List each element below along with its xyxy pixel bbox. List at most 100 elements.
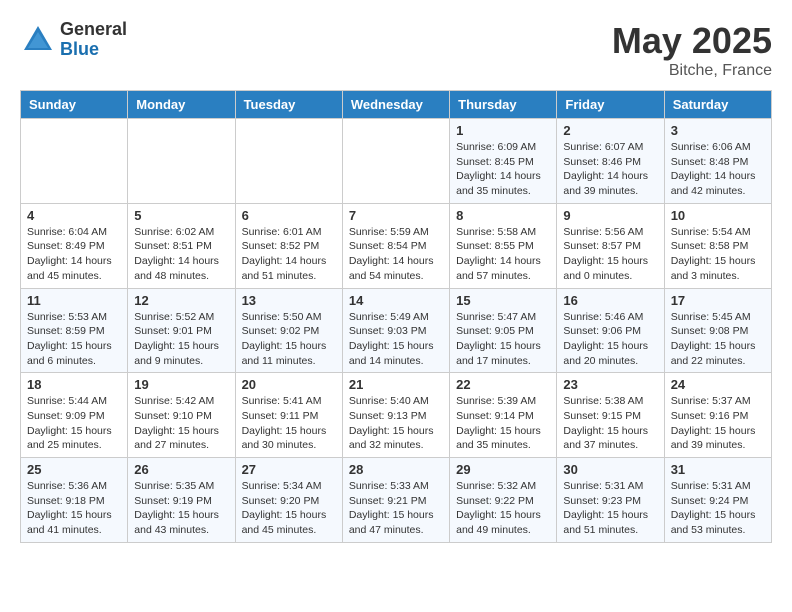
day-info: Sunrise: 5:35 AM Sunset: 9:19 PM Dayligh…	[134, 479, 228, 538]
calendar-week-1: 1 Sunrise: 6:09 AM Sunset: 8:45 PM Daylig…	[21, 119, 772, 204]
calendar-cell: 14 Sunrise: 5:49 AM Sunset: 9:03 PM Dayli…	[342, 288, 449, 373]
day-number: 4	[27, 208, 121, 223]
calendar-cell	[342, 119, 449, 204]
calendar-cell: 11 Sunrise: 5:53 AM Sunset: 8:59 PM Dayli…	[21, 288, 128, 373]
day-number: 19	[134, 377, 228, 392]
calendar-cell: 2 Sunrise: 6:07 AM Sunset: 8:46 PM Daylig…	[557, 119, 664, 204]
day-number: 30	[563, 462, 657, 477]
calendar-cell: 25 Sunrise: 5:36 AM Sunset: 9:18 PM Dayli…	[21, 458, 128, 543]
day-info: Sunrise: 6:02 AM Sunset: 8:51 PM Dayligh…	[134, 225, 228, 284]
day-number: 16	[563, 293, 657, 308]
day-number: 31	[671, 462, 765, 477]
logo: General Blue	[20, 20, 127, 60]
calendar-cell: 16 Sunrise: 5:46 AM Sunset: 9:06 PM Dayli…	[557, 288, 664, 373]
logo-icon	[20, 22, 56, 58]
logo-text: General Blue	[60, 20, 127, 60]
day-info: Sunrise: 5:39 AM Sunset: 9:14 PM Dayligh…	[456, 394, 550, 453]
day-number: 1	[456, 123, 550, 138]
day-number: 13	[242, 293, 336, 308]
calendar-cell: 28 Sunrise: 5:33 AM Sunset: 9:21 PM Dayli…	[342, 458, 449, 543]
day-info: Sunrise: 6:07 AM Sunset: 8:46 PM Dayligh…	[563, 140, 657, 199]
location: Bitche, France	[612, 62, 772, 80]
day-info: Sunrise: 5:42 AM Sunset: 9:10 PM Dayligh…	[134, 394, 228, 453]
day-number: 28	[349, 462, 443, 477]
logo-general-text: General	[60, 20, 127, 40]
day-info: Sunrise: 5:36 AM Sunset: 9:18 PM Dayligh…	[27, 479, 121, 538]
day-info: Sunrise: 5:44 AM Sunset: 9:09 PM Dayligh…	[27, 394, 121, 453]
day-number: 9	[563, 208, 657, 223]
logo-blue-text: Blue	[60, 40, 127, 60]
calendar-cell: 26Sunrise: 5:35 AM Sunset: 9:19 PM Dayli…	[128, 458, 235, 543]
weekday-header-saturday: Saturday	[664, 91, 771, 119]
day-number: 2	[563, 123, 657, 138]
page-header: General Blue May 2025 Bitche, France	[20, 20, 772, 80]
calendar-week-4: 18 Sunrise: 5:44 AM Sunset: 9:09 PM Dayli…	[21, 373, 772, 458]
day-info: Sunrise: 5:31 AM Sunset: 9:24 PM Dayligh…	[671, 479, 765, 538]
weekday-header-row: SundayMondayTuesdayWednesdayThursdayFrid…	[21, 91, 772, 119]
calendar-table: SundayMondayTuesdayWednesdayThursdayFrid…	[20, 90, 772, 543]
day-number: 14	[349, 293, 443, 308]
day-info: Sunrise: 5:34 AM Sunset: 9:20 PM Dayligh…	[242, 479, 336, 538]
day-number: 7	[349, 208, 443, 223]
calendar-cell: 19 Sunrise: 5:42 AM Sunset: 9:10 PM Dayli…	[128, 373, 235, 458]
calendar-cell: 22Sunrise: 5:39 AM Sunset: 9:14 PM Dayli…	[450, 373, 557, 458]
calendar-cell: 23 Sunrise: 5:38 AM Sunset: 9:15 PM Dayli…	[557, 373, 664, 458]
day-info: Sunrise: 6:01 AM Sunset: 8:52 PM Dayligh…	[242, 225, 336, 284]
calendar-cell: 21Sunrise: 5:40 AM Sunset: 9:13 PM Dayli…	[342, 373, 449, 458]
weekday-header-sunday: Sunday	[21, 91, 128, 119]
calendar-week-2: 4 Sunrise: 6:04 AM Sunset: 8:49 PM Daylig…	[21, 203, 772, 288]
day-info: Sunrise: 5:49 AM Sunset: 9:03 PM Dayligh…	[349, 310, 443, 369]
title-block: May 2025 Bitche, France	[612, 20, 772, 80]
calendar-cell: 4 Sunrise: 6:04 AM Sunset: 8:49 PM Daylig…	[21, 203, 128, 288]
calendar-body: 1 Sunrise: 6:09 AM Sunset: 8:45 PM Daylig…	[21, 119, 772, 543]
calendar-cell: 30 Sunrise: 5:31 AM Sunset: 9:23 PM Dayli…	[557, 458, 664, 543]
calendar-cell: 13Sunrise: 5:50 AM Sunset: 9:02 PM Dayli…	[235, 288, 342, 373]
day-info: Sunrise: 5:33 AM Sunset: 9:21 PM Dayligh…	[349, 479, 443, 538]
calendar-cell: 10 Sunrise: 5:54 AM Sunset: 8:58 PM Dayli…	[664, 203, 771, 288]
calendar-cell: 12Sunrise: 5:52 AM Sunset: 9:01 PM Dayli…	[128, 288, 235, 373]
day-info: Sunrise: 5:56 AM Sunset: 8:57 PM Dayligh…	[563, 225, 657, 284]
day-info: Sunrise: 5:32 AM Sunset: 9:22 PM Dayligh…	[456, 479, 550, 538]
calendar-cell	[128, 119, 235, 204]
day-info: Sunrise: 6:09 AM Sunset: 8:45 PM Dayligh…	[456, 140, 550, 199]
calendar-cell: 17Sunrise: 5:45 AM Sunset: 9:08 PM Dayli…	[664, 288, 771, 373]
calendar-cell: 6Sunrise: 6:01 AM Sunset: 8:52 PM Daylig…	[235, 203, 342, 288]
day-info: Sunrise: 5:41 AM Sunset: 9:11 PM Dayligh…	[242, 394, 336, 453]
day-number: 18	[27, 377, 121, 392]
day-number: 5	[134, 208, 228, 223]
day-info: Sunrise: 5:53 AM Sunset: 8:59 PM Dayligh…	[27, 310, 121, 369]
day-number: 17	[671, 293, 765, 308]
calendar-cell: 15 Sunrise: 5:47 AM Sunset: 9:05 PM Dayli…	[450, 288, 557, 373]
calendar-cell: 31 Sunrise: 5:31 AM Sunset: 9:24 PM Dayli…	[664, 458, 771, 543]
day-info: Sunrise: 6:06 AM Sunset: 8:48 PM Dayligh…	[671, 140, 765, 199]
calendar-header: SundayMondayTuesdayWednesdayThursdayFrid…	[21, 91, 772, 119]
day-number: 12	[134, 293, 228, 308]
day-number: 15	[456, 293, 550, 308]
day-info: Sunrise: 5:54 AM Sunset: 8:58 PM Dayligh…	[671, 225, 765, 284]
day-info: Sunrise: 5:58 AM Sunset: 8:55 PM Dayligh…	[456, 225, 550, 284]
day-number: 20	[242, 377, 336, 392]
calendar-cell: 24Sunrise: 5:37 AM Sunset: 9:16 PM Dayli…	[664, 373, 771, 458]
day-info: Sunrise: 5:59 AM Sunset: 8:54 PM Dayligh…	[349, 225, 443, 284]
day-number: 25	[27, 462, 121, 477]
day-number: 11	[27, 293, 121, 308]
day-number: 23	[563, 377, 657, 392]
calendar-cell	[21, 119, 128, 204]
calendar-week-5: 25 Sunrise: 5:36 AM Sunset: 9:18 PM Dayli…	[21, 458, 772, 543]
calendar-cell: 27Sunrise: 5:34 AM Sunset: 9:20 PM Dayli…	[235, 458, 342, 543]
calendar-cell: 29 Sunrise: 5:32 AM Sunset: 9:22 PM Dayli…	[450, 458, 557, 543]
day-number: 3	[671, 123, 765, 138]
day-info: Sunrise: 5:46 AM Sunset: 9:06 PM Dayligh…	[563, 310, 657, 369]
calendar-cell: 1 Sunrise: 6:09 AM Sunset: 8:45 PM Daylig…	[450, 119, 557, 204]
weekday-header-friday: Friday	[557, 91, 664, 119]
day-number: 29	[456, 462, 550, 477]
calendar-cell	[235, 119, 342, 204]
day-number: 10	[671, 208, 765, 223]
day-info: Sunrise: 6:04 AM Sunset: 8:49 PM Dayligh…	[27, 225, 121, 284]
day-info: Sunrise: 5:38 AM Sunset: 9:15 PM Dayligh…	[563, 394, 657, 453]
month-title: May 2025	[612, 20, 772, 62]
weekday-header-thursday: Thursday	[450, 91, 557, 119]
day-info: Sunrise: 5:31 AM Sunset: 9:23 PM Dayligh…	[563, 479, 657, 538]
calendar-cell: 9 Sunrise: 5:56 AM Sunset: 8:57 PM Daylig…	[557, 203, 664, 288]
day-info: Sunrise: 5:47 AM Sunset: 9:05 PM Dayligh…	[456, 310, 550, 369]
